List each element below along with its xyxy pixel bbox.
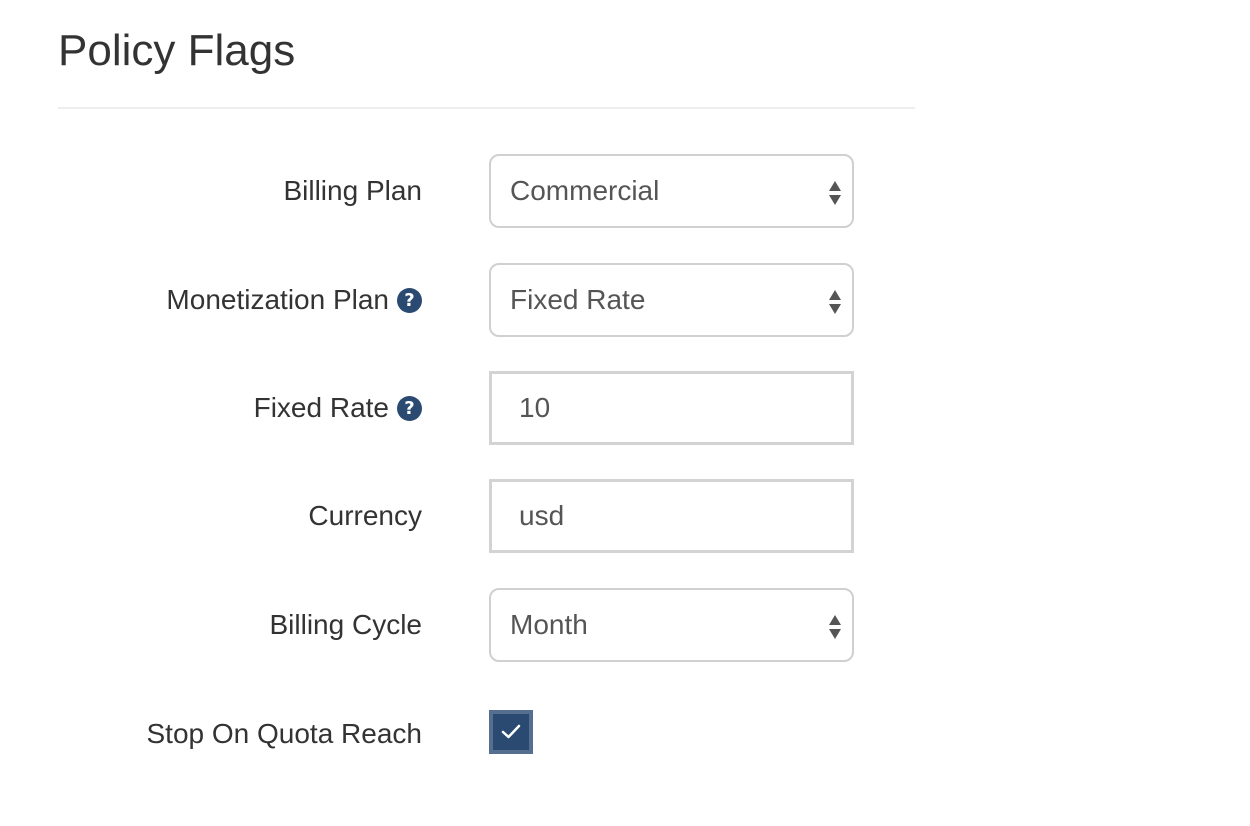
currency-input[interactable]: usd: [489, 479, 854, 553]
billing-plan-value: Commercial: [510, 175, 660, 206]
billing-cycle-value: Month: [510, 609, 588, 640]
question-circle-icon[interactable]: ?: [397, 395, 422, 421]
fixed-rate-input[interactable]: 10: [489, 371, 854, 445]
currency-row: Currency usd: [0, 479, 900, 553]
fixed-rate-row: Fixed Rate ? 10: [0, 371, 900, 445]
section-title: Policy Flags: [58, 26, 296, 75]
monetization-plan-label: Monetization Plan ?: [166, 263, 422, 337]
billing-cycle-row: Billing Cycle Month: [0, 588, 900, 662]
stop-on-quota-reach-row: Stop On Quota Reach: [0, 697, 900, 771]
question-circle-icon[interactable]: ?: [397, 287, 422, 313]
billing-plan-select[interactable]: Commercial: [489, 154, 854, 228]
monetization-plan-value: Fixed Rate: [510, 284, 646, 315]
billing-plan-row: Billing Plan Commercial: [0, 154, 900, 228]
checkmark-icon: [501, 724, 521, 739]
select-updown-icon: [829, 290, 841, 314]
select-updown-icon: [829, 615, 841, 639]
currency-value: usd: [519, 500, 565, 531]
currency-label: Currency: [308, 500, 422, 531]
fixed-rate-value: 10: [519, 392, 551, 423]
billing-cycle-label: Billing Cycle: [269, 609, 423, 640]
select-updown-icon: [829, 181, 841, 205]
section-divider: [58, 107, 915, 109]
stop-on-quota-reach-label: Stop On Quota Reach: [146, 718, 422, 749]
billing-cycle-select[interactable]: Month: [489, 588, 854, 662]
monetization-plan-row: Monetization Plan ? Fixed Rate: [0, 263, 900, 337]
billing-plan-label: Billing Plan: [283, 175, 422, 206]
monetization-plan-select[interactable]: Fixed Rate: [489, 263, 854, 337]
stop-on-quota-reach-checkbox[interactable]: [489, 710, 533, 754]
fixed-rate-label: Fixed Rate ?: [254, 371, 422, 445]
